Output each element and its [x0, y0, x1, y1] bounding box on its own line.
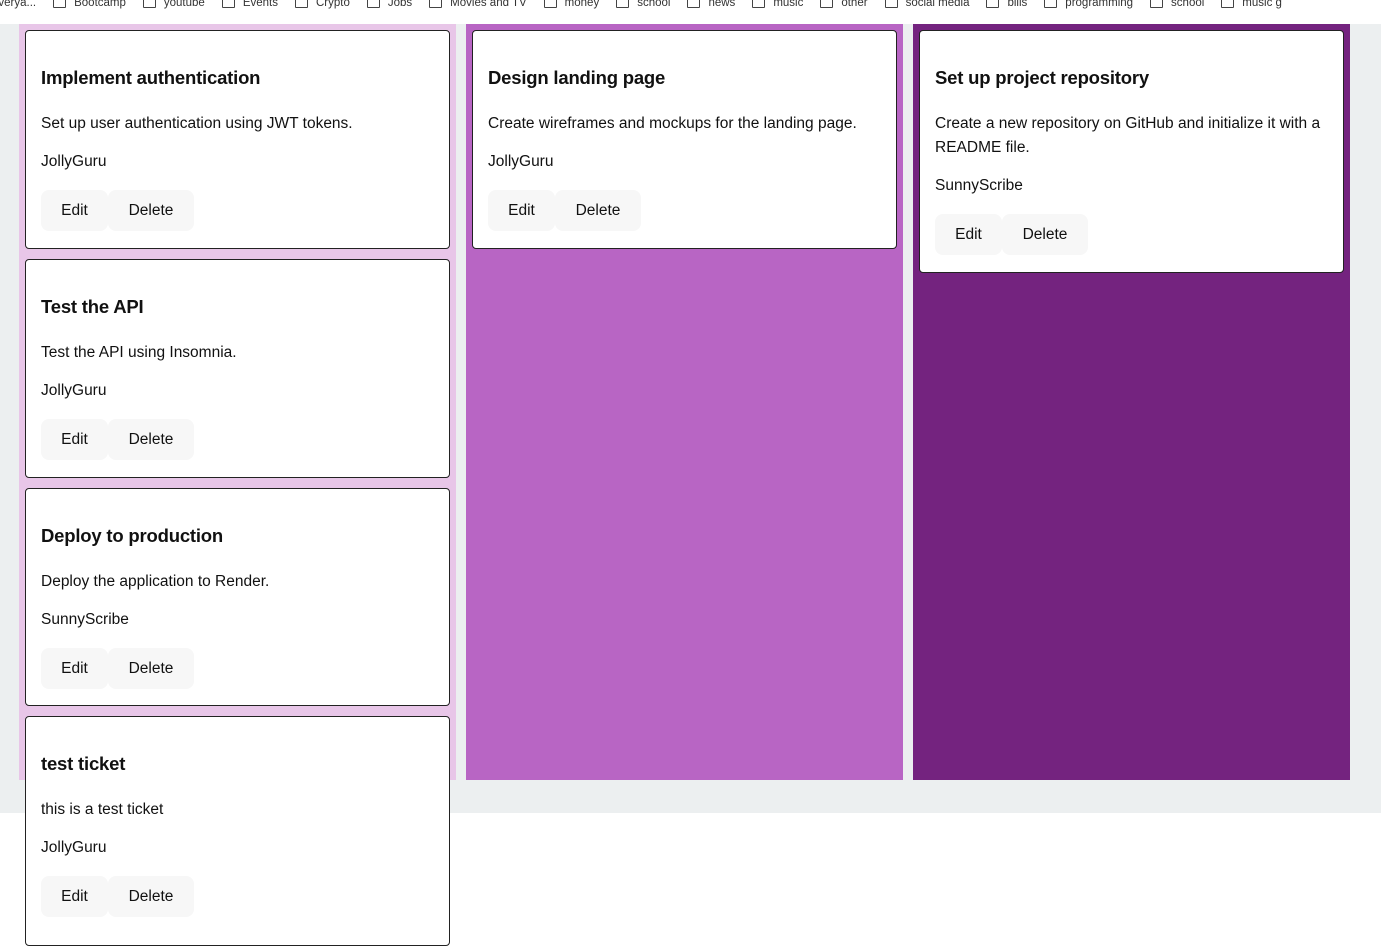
bookmark-label: Crypto: [316, 0, 350, 9]
ticket-title: test ticket: [41, 753, 126, 774]
ticket-card: Deploy to production Deploy the applicat…: [25, 488, 450, 706]
edit-button[interactable]: Edit: [935, 214, 1002, 255]
folder-icon: [142, 0, 156, 8]
ticket-owner: SunnyScribe: [41, 611, 129, 628]
bookmark-folder[interactable]: news: [687, 0, 735, 13]
delete-button[interactable]: Delete: [108, 190, 194, 231]
ticket-actions: Edit Delete: [41, 419, 434, 460]
edit-button[interactable]: Edit: [41, 648, 108, 689]
edit-button[interactable]: Edit: [41, 876, 108, 917]
ticket-title: Design landing page: [488, 67, 666, 88]
folder-icon: [543, 0, 557, 8]
bookmark-folder[interactable]: money: [543, 0, 600, 13]
ticket-title: Test the API: [41, 296, 144, 317]
ticket-title: Implement authentication: [41, 67, 261, 88]
bookmark-folder[interactable]: school: [1150, 0, 1204, 13]
folder-icon: [295, 0, 308, 8]
ticket-description: Create a new repository on GitHub and in…: [935, 115, 1321, 156]
ticket-title: Deploy to production: [41, 525, 224, 546]
folder-icon: [53, 0, 67, 8]
bookmarks-bar: averya... Bootcamp youtube Events Crypto…: [0, 0, 1381, 25]
folder-icon: [366, 0, 380, 8]
bookmark-label: Movies and TV: [450, 0, 527, 9]
ticket-card: Set up project repository Create a new r…: [919, 30, 1344, 273]
ticket-card: Test the API Test the API using Insomnia…: [25, 259, 450, 478]
folder-icon: [1150, 0, 1164, 8]
edit-button[interactable]: Edit: [41, 190, 108, 231]
bookmark-folder[interactable]: school: [616, 0, 670, 13]
folder-icon: [986, 0, 1000, 8]
ticket-card: test ticket this is a test ticket JollyG…: [25, 716, 450, 946]
folder-icon: [1044, 0, 1058, 8]
bookmark-label: Jobs: [387, 0, 413, 9]
folder-icon: [820, 0, 834, 8]
ticket-actions: Edit Delete: [41, 648, 434, 689]
bookmark-folder[interactable]: youtube: [142, 0, 205, 13]
bookmark-label: Bootcamp: [74, 0, 126, 9]
folder-icon: [616, 0, 630, 8]
bookmark-label: bills: [1007, 0, 1028, 9]
ticket-description: Set up user authentication using JWT tok…: [41, 115, 353, 132]
bookmark-label: news: [708, 0, 736, 9]
bookmark-label: programming: [1065, 0, 1134, 9]
ticket-description: Create wireframes and mockups for the la…: [488, 115, 857, 132]
bookmark-folder[interactable]: music: [752, 0, 803, 13]
bookmark-label: youtube: [163, 0, 205, 9]
bookmark-folder[interactable]: Events: [221, 0, 278, 13]
bookmark-folder[interactable]: other: [820, 0, 868, 13]
ticket-owner: JollyGuru: [488, 153, 554, 170]
ticket-description: this is a test ticket: [41, 801, 164, 818]
delete-button[interactable]: Delete: [108, 419, 194, 460]
bookmark-label: school: [637, 0, 671, 9]
bookmark-label: money: [564, 0, 600, 9]
ticket-description: Deploy the application to Render.: [41, 573, 270, 590]
ticket-owner: JollyGuru: [41, 153, 107, 170]
bookmark-label: school: [1171, 0, 1205, 9]
bookmark-folder[interactable]: programming: [1044, 0, 1133, 13]
bookmark-label: music g: [1242, 0, 1282, 9]
ticket-card: Implement authentication Set up user aut…: [25, 30, 450, 249]
ticket-title: Set up project repository: [935, 67, 1149, 88]
ticket-actions: Edit Delete: [935, 214, 1328, 255]
ticket-card: Design landing page Create wireframes an…: [472, 30, 897, 249]
delete-button[interactable]: Delete: [555, 190, 641, 231]
bookmark-folder[interactable]: Bootcamp: [53, 0, 126, 13]
folder-icon: [687, 0, 701, 8]
bookmark-folder[interactable]: Jobs: [366, 0, 413, 13]
delete-button[interactable]: Delete: [1002, 214, 1088, 255]
edit-button[interactable]: Edit: [488, 190, 555, 231]
delete-button[interactable]: Delete: [108, 876, 194, 917]
bookmark-label: social media: [905, 0, 970, 9]
bookmark-label: music: [773, 0, 804, 9]
folder-icon: [221, 0, 235, 8]
folder-icon: [429, 0, 443, 8]
bookmark-label: averya...: [0, 0, 37, 9]
folder-icon: [1221, 0, 1235, 8]
ticket-description: Test the API using Insomnia.: [41, 344, 237, 361]
edit-button[interactable]: Edit: [41, 419, 108, 460]
ticket-owner: JollyGuru: [41, 839, 107, 856]
ticket-actions: Edit Delete: [488, 190, 881, 231]
ticket-actions: Edit Delete: [41, 190, 434, 231]
bookmark-folder[interactable]: bills: [986, 0, 1027, 13]
bookmark-label: other: [841, 0, 868, 9]
bookmark-folder[interactable]: averya...: [0, 0, 36, 13]
ticket-actions: Edit Delete: [41, 876, 434, 917]
delete-button[interactable]: Delete: [108, 648, 194, 689]
bookmark-folder[interactable]: social media: [884, 0, 970, 13]
ticket-owner: JollyGuru: [41, 382, 107, 399]
bookmark-folder[interactable]: Movies and TV: [429, 0, 527, 13]
ticket-owner: SunnyScribe: [935, 177, 1023, 194]
bookmark-folder[interactable]: Crypto: [295, 0, 350, 13]
bookmark-label: Events: [242, 0, 278, 9]
bookmark-folder[interactable]: music g: [1221, 0, 1282, 13]
folder-icon: [884, 0, 898, 8]
folder-icon: [752, 0, 766, 8]
